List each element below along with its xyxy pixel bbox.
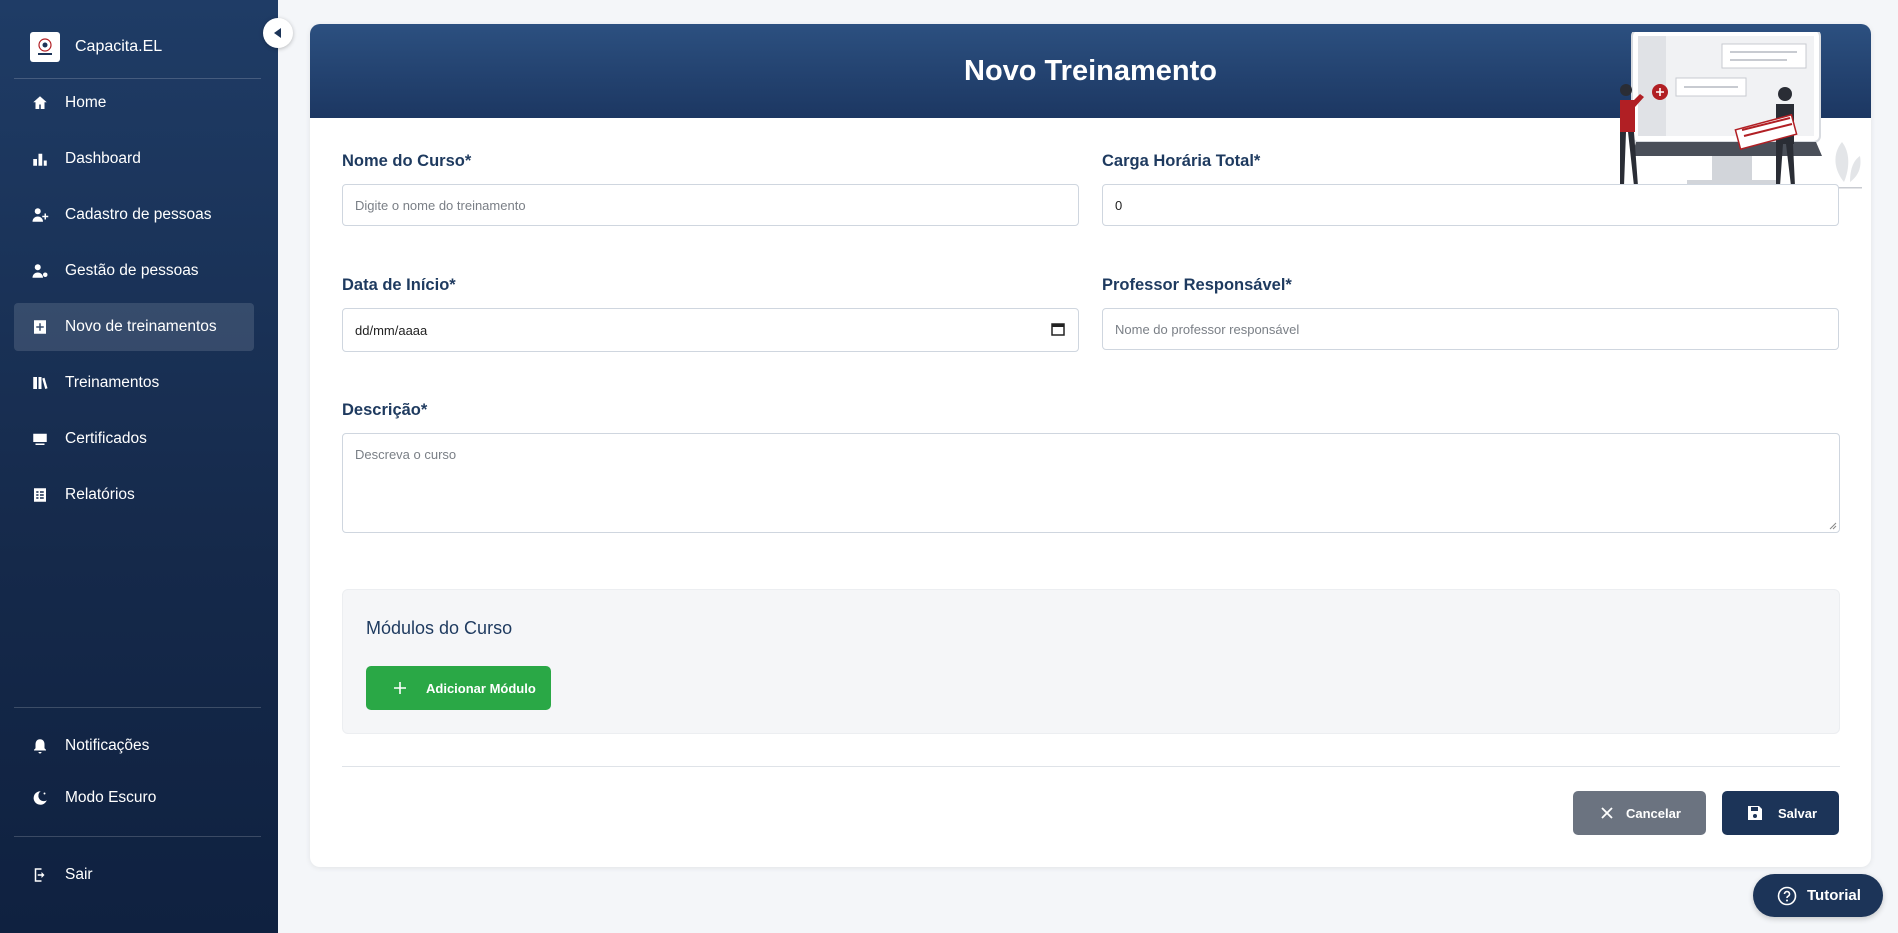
- total-hours-label: Carga Horária Total*: [1102, 152, 1261, 170]
- form-divider: [342, 766, 1840, 767]
- sidebar-item-certificados[interactable]: Certificados: [14, 415, 254, 463]
- chevron-left-icon: [274, 28, 281, 38]
- tutorial-button[interactable]: Tutorial: [1753, 874, 1883, 917]
- certificate-icon: [30, 429, 50, 449]
- sidebar-item-label: Modo Escuro: [65, 789, 157, 806]
- logout-icon: [30, 865, 50, 885]
- start-date-placeholder: dd/mm/aaaa: [355, 322, 428, 338]
- save-label: Salvar: [1778, 805, 1818, 821]
- sidebar-item-gestao-pessoas[interactable]: Gestão de pessoas: [14, 247, 254, 295]
- dark-mode-toggle[interactable]: Modo Escuro: [14, 774, 254, 822]
- cancel-label: Cancelar: [1626, 805, 1681, 821]
- save-icon: [1748, 806, 1762, 820]
- sidebar-item-treinamentos[interactable]: Treinamentos: [14, 359, 254, 407]
- sidebar-item-home[interactable]: Home: [14, 79, 254, 127]
- sidebar-item-label: Novo de treinamentos: [65, 318, 217, 335]
- bar-chart-icon: [30, 149, 50, 169]
- logout-button[interactable]: Sair: [14, 851, 254, 899]
- sidebar-item-novo-treinamentos[interactable]: Novo de treinamentos: [14, 303, 254, 351]
- bell-icon: [30, 736, 50, 756]
- start-date-label: Data de Início*: [342, 276, 456, 294]
- sidebar-item-cadastro-pessoas[interactable]: Cadastro de pessoas: [14, 191, 254, 239]
- tutorial-label: Tutorial: [1807, 887, 1861, 904]
- total-hours-value: 0: [1115, 197, 1123, 213]
- brand-name: Capacita.EL: [75, 38, 163, 55]
- modules-title: Módulos do Curso: [366, 618, 513, 638]
- total-hours-input[interactable]: 0: [1102, 184, 1839, 226]
- sidebar-item-label: Home: [65, 94, 107, 111]
- description-textarea[interactable]: Descreva o curso: [342, 433, 1840, 533]
- description-label: Descrição*: [342, 401, 428, 419]
- sidebar-item-label: Treinamentos: [65, 374, 160, 391]
- books-icon: [30, 373, 50, 393]
- brand-logo: [30, 32, 60, 62]
- add-module-label: Adicionar Módulo: [426, 680, 536, 696]
- sidebar-item-notificacoes[interactable]: Notificações: [14, 722, 254, 770]
- cancel-button[interactable]: Cancelar: [1573, 791, 1706, 835]
- help-icon: [1777, 886, 1797, 905]
- sidebar-divider: [14, 836, 261, 837]
- new-training-card: Novo Treinamento Nome do Curso* Digite o…: [310, 24, 1871, 867]
- sidebar-item-label: Relatórios: [65, 486, 135, 503]
- moon-icon: [30, 788, 50, 808]
- sidebar-item-dashboard[interactable]: Dashboard: [14, 135, 254, 183]
- person-settings-icon: [30, 261, 50, 281]
- sidebar-item-label: Notificações: [65, 737, 150, 754]
- sidebar-item-label: Gestão de pessoas: [65, 262, 199, 279]
- brand[interactable]: Capacita.EL: [30, 32, 162, 62]
- teacher-input[interactable]: Nome do professor responsável: [1102, 308, 1839, 350]
- teacher-placeholder: Nome do professor responsável: [1115, 321, 1300, 337]
- sidebar-item-label: Dashboard: [65, 150, 141, 167]
- close-icon: [1601, 807, 1613, 819]
- home-icon: [30, 93, 50, 113]
- resize-grip-icon[interactable]: [1829, 522, 1837, 530]
- course-modules-section: Módulos do Curso Adicionar Módulo: [342, 589, 1840, 734]
- report-icon: [30, 485, 50, 505]
- description-placeholder: Descreva o curso: [355, 447, 457, 462]
- add-module-button[interactable]: Adicionar Módulo: [366, 666, 551, 710]
- add-person-icon: [30, 205, 50, 225]
- start-date-input[interactable]: dd/mm/aaaa: [342, 308, 1079, 352]
- training-illustration: [1620, 32, 1862, 189]
- save-button[interactable]: Salvar: [1722, 791, 1839, 835]
- sidebar-item-label: Certificados: [65, 430, 147, 447]
- sidebar-item-label: Sair: [65, 866, 93, 883]
- sidebar-item-relatorios[interactable]: Relatórios: [14, 471, 254, 519]
- course-name-input[interactable]: Digite o nome do treinamento: [342, 184, 1079, 226]
- course-name-placeholder: Digite o nome do treinamento: [355, 197, 526, 213]
- collapse-sidebar-button[interactable]: [263, 18, 293, 48]
- sidebar-divider: [14, 707, 261, 708]
- course-name-label: Nome do Curso*: [342, 152, 472, 170]
- sidebar: Capacita.EL Home Dashboard Cadastro de p…: [0, 0, 278, 933]
- calendar-icon[interactable]: [1051, 322, 1065, 336]
- sidebar-item-label: Cadastro de pessoas: [65, 206, 212, 223]
- plus-icon: [394, 682, 406, 694]
- teacher-label: Professor Responsável*: [1102, 276, 1292, 294]
- add-box-icon: [30, 317, 50, 337]
